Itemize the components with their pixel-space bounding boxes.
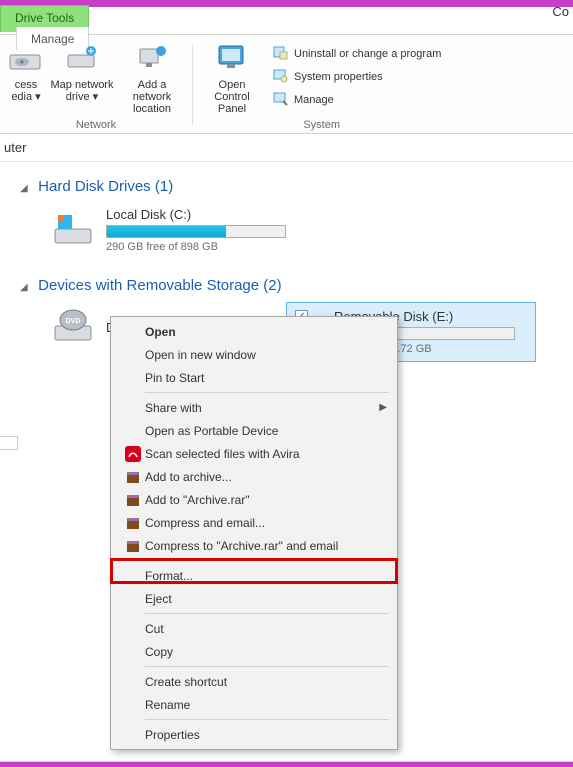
drive-local-c[interactable]: Local Disk (C:) 290 GB free of 898 GB: [48, 203, 308, 257]
ctx-rename[interactable]: Rename: [113, 693, 395, 716]
drive-free: 290 GB free of 898 GB: [106, 241, 286, 253]
ribbon: cess edia ▾ Map network drive ▾ Add a ne…: [0, 35, 573, 134]
expand-icon[interactable]: ◢: [20, 282, 30, 293]
section-label: Hard Disk Drives: [38, 178, 151, 195]
separator: [145, 719, 389, 720]
label: Map network drive ▾: [51, 79, 114, 103]
ctx-add-to-archive-rar[interactable]: Add to "Archive.rar": [113, 488, 395, 511]
section-count: (2): [263, 277, 281, 294]
section-count: (1): [155, 178, 173, 195]
map-network-drive-button[interactable]: Map network drive ▾: [48, 39, 116, 105]
ctx-compress-rar-email[interactable]: Compress to "Archive.rar" and email: [113, 534, 395, 557]
submenu-arrow-icon: ▶: [379, 402, 387, 413]
winrar-icon: [121, 469, 145, 485]
separator: [145, 666, 389, 667]
group-label: Network: [76, 119, 116, 131]
usage-bar: [106, 225, 286, 238]
label: Open Control Panel: [200, 79, 264, 115]
ribbon-group-system: Open Control Panel Uninstall or change a…: [192, 39, 451, 131]
section-hard-disk-drives[interactable]: ◢ Hard Disk Drives (1): [20, 178, 565, 195]
ctx-eject[interactable]: Eject: [113, 587, 395, 610]
control-panel-icon: [214, 41, 250, 76]
network-drive-icon: [64, 41, 100, 76]
ctx-open[interactable]: Open: [113, 320, 395, 343]
ribbon-group-network: cess edia ▾ Map network drive ▾ Add a ne…: [0, 39, 192, 131]
ctx-cut[interactable]: Cut: [113, 617, 395, 640]
system-properties-button[interactable]: System properties: [268, 66, 445, 87]
ctx-create-shortcut[interactable]: Create shortcut: [113, 670, 395, 693]
ctx-add-to-archive[interactable]: Add to archive...: [113, 465, 395, 488]
ctx-portable-device[interactable]: Open as Portable Device: [113, 419, 395, 442]
context-menu: Open Open in new window Pin to Start Sha…: [110, 316, 398, 750]
drive-name: Local Disk (C:): [106, 207, 286, 222]
winrar-icon: [121, 538, 145, 554]
separator: [145, 392, 389, 393]
uninstall-icon: [272, 44, 288, 63]
bottom-accent: [0, 762, 573, 767]
breadcrumb[interactable]: uter: [0, 134, 573, 162]
winrar-icon: [121, 492, 145, 508]
group-label: System: [303, 119, 340, 131]
hdd-icon: [52, 209, 94, 252]
drive-icon: [8, 41, 44, 76]
properties-icon: [272, 67, 288, 86]
ctx-format[interactable]: Format...: [113, 564, 395, 587]
section-label: Devices with Removable Storage: [38, 277, 259, 294]
label: Manage: [294, 94, 334, 106]
uninstall-program-button[interactable]: Uninstall or change a program: [268, 43, 445, 64]
label: System properties: [294, 71, 383, 83]
separator: [145, 613, 389, 614]
ctx-copy[interactable]: Copy: [113, 640, 395, 663]
title-text: Co: [552, 4, 569, 19]
avira-icon: [121, 446, 145, 462]
network-location-icon: [134, 41, 170, 76]
section-devices-removable[interactable]: ◢ Devices with Removable Storage (2): [20, 277, 565, 294]
add-network-location-button[interactable]: Add a network location: [118, 39, 186, 117]
separator: [145, 560, 389, 561]
ctx-scan-avira[interactable]: Scan selected files with Avira: [113, 442, 395, 465]
winrar-icon: [121, 515, 145, 531]
label: Uninstall or change a program: [294, 48, 441, 60]
ctx-compress-email[interactable]: Compress and email...: [113, 511, 395, 534]
label: cess edia ▾: [11, 79, 40, 103]
ctx-share-with[interactable]: Share with▶: [113, 396, 395, 419]
ctx-pin-to-start[interactable]: Pin to Start: [113, 366, 395, 389]
label: Add a network location: [120, 79, 184, 115]
sidebar-fragment: [0, 436, 18, 450]
access-media-button[interactable]: cess edia ▾: [6, 39, 46, 105]
dvd-icon: DVD: [52, 306, 94, 349]
ctx-open-new-window[interactable]: Open in new window: [113, 343, 395, 366]
open-control-panel-button[interactable]: Open Control Panel: [198, 39, 266, 117]
manage-icon: [272, 90, 288, 109]
ctx-properties[interactable]: Properties: [113, 723, 395, 746]
manage-button[interactable]: Manage: [268, 89, 445, 110]
svg-text:DVD: DVD: [66, 318, 81, 325]
expand-icon[interactable]: ◢: [20, 183, 30, 194]
